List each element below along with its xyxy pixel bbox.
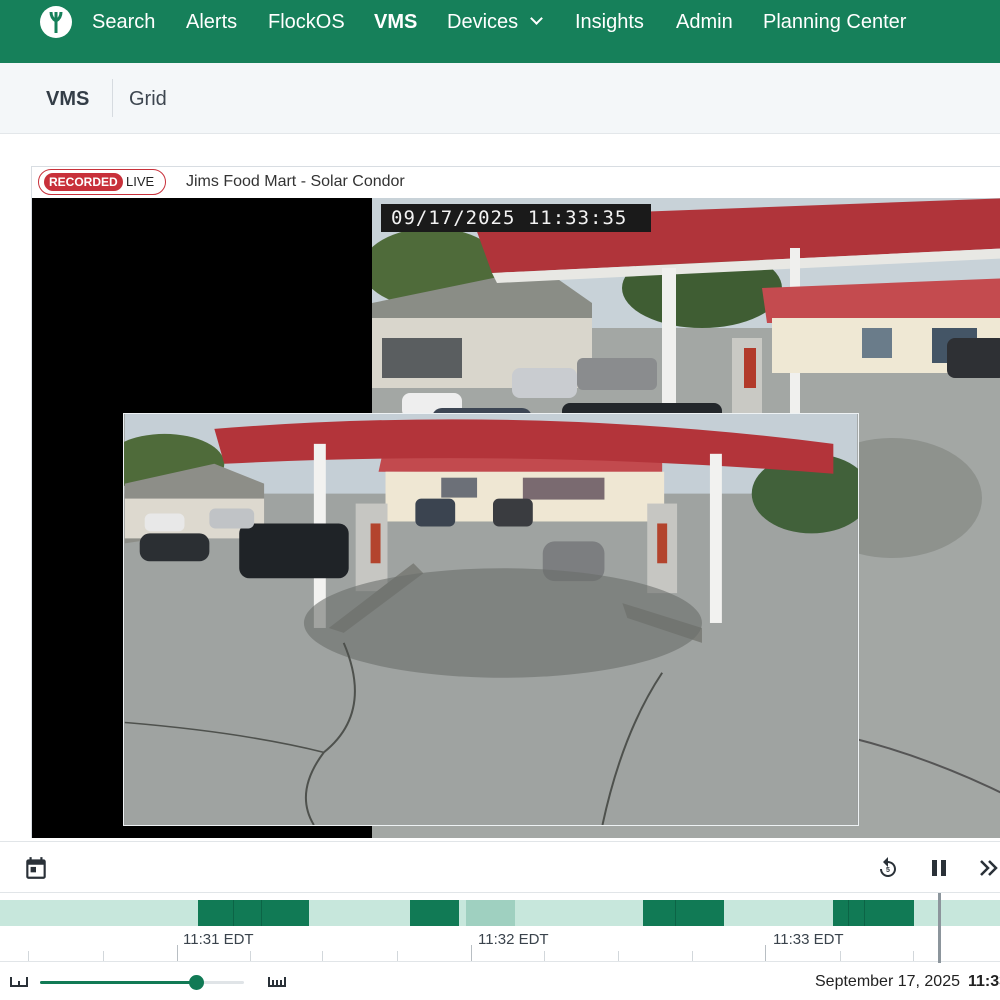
sub-nav-divider: [112, 79, 113, 117]
pause-icon[interactable]: [929, 858, 949, 878]
playback-controls: 5: [0, 841, 1000, 893]
tick-major: [765, 945, 766, 961]
tick-minor: [397, 951, 398, 961]
nav-devices[interactable]: Devices: [447, 10, 544, 34]
segment-divider: [261, 900, 262, 926]
tick-label: 11:32 EDT: [478, 931, 549, 948]
nav-devices-label: Devices: [447, 11, 519, 33]
recording-segment-partial[interactable]: [466, 900, 515, 926]
recording-segment[interactable]: [410, 900, 459, 926]
tick-minor: [103, 951, 104, 961]
top-navigation: Search Alerts FlockOS VMS Devices Insigh…: [0, 0, 1000, 63]
svg-text:5: 5: [886, 867, 890, 874]
tick-minor: [28, 951, 29, 961]
flock-logo-icon[interactable]: [40, 6, 72, 38]
calendar-icon[interactable]: [23, 855, 49, 881]
zoom-slider[interactable]: [40, 975, 244, 990]
recording-timeline[interactable]: [0, 900, 1000, 926]
nav-alerts[interactable]: Alerts: [186, 10, 237, 34]
nav-search[interactable]: Search: [92, 10, 155, 34]
zoom-slider-thumb[interactable]: [189, 975, 204, 990]
nav-vms[interactable]: VMS: [374, 10, 417, 34]
segment-divider: [848, 900, 849, 926]
segment-divider: [864, 900, 865, 926]
zoom-slider-fill: [40, 981, 197, 984]
tick-minor: [250, 951, 251, 961]
segment-divider: [675, 900, 676, 926]
recording-segment[interactable]: [198, 900, 309, 926]
tick-minor: [840, 951, 841, 961]
grid-view-link[interactable]: Grid: [129, 88, 167, 111]
current-time: 11:33: [968, 973, 1000, 990]
recorded-badge[interactable]: RECORDED: [44, 173, 123, 191]
nav-insights[interactable]: Insights: [575, 10, 644, 34]
live-badge[interactable]: LIVE: [126, 173, 154, 191]
replay-5-icon[interactable]: 5: [876, 856, 900, 880]
timeline-playhead[interactable]: [938, 893, 941, 963]
segment-divider: [233, 900, 234, 926]
video-player[interactable]: 09/17/2025 11:33:35: [32, 198, 1000, 838]
tick-minor: [618, 951, 619, 961]
tick-major: [471, 945, 472, 961]
tick-label: 11:33 EDT: [773, 931, 844, 948]
timeline-ticks: 11:31 EDT 11:32 EDT 11:33 EDT: [0, 926, 1000, 962]
tick-minor: [692, 951, 693, 961]
tick-major: [177, 945, 178, 961]
fast-forward-icon[interactable]: [978, 858, 1000, 878]
camera-feed-pip[interactable]: [123, 413, 859, 826]
video-timestamp: 09/17/2025 11:33:35: [381, 204, 651, 232]
current-date: September 17, 2025: [815, 973, 960, 990]
zoom-out-ruler-icon[interactable]: [10, 975, 28, 989]
recording-segment[interactable]: [833, 900, 914, 926]
nav-planning-center[interactable]: Planning Center: [763, 10, 906, 34]
timeline-zoom-row: September 17, 2025 11:33: [0, 963, 1000, 1000]
camera-tile-header: RECORDED LIVE Jims Food Mart - Solar Con…: [32, 167, 1000, 198]
camera-tile[interactable]: RECORDED LIVE Jims Food Mart - Solar Con…: [31, 166, 1000, 838]
tick-minor: [544, 951, 545, 961]
sub-navigation: VMS Grid: [0, 63, 1000, 134]
nav-flockos[interactable]: FlockOS: [268, 10, 345, 34]
recorded-live-toggle[interactable]: RECORDED LIVE: [38, 169, 166, 195]
chevron-down-icon: [530, 12, 544, 25]
page-title: VMS: [46, 88, 90, 110]
tick-label: 11:31 EDT: [183, 931, 254, 948]
zoom-in-ruler-icon[interactable]: [268, 975, 286, 989]
tick-minor: [913, 951, 914, 961]
recording-segment[interactable]: [643, 900, 724, 926]
camera-name: Jims Food Mart - Solar Condor: [186, 173, 405, 190]
nav-admin[interactable]: Admin: [676, 10, 733, 34]
tick-minor: [322, 951, 323, 961]
